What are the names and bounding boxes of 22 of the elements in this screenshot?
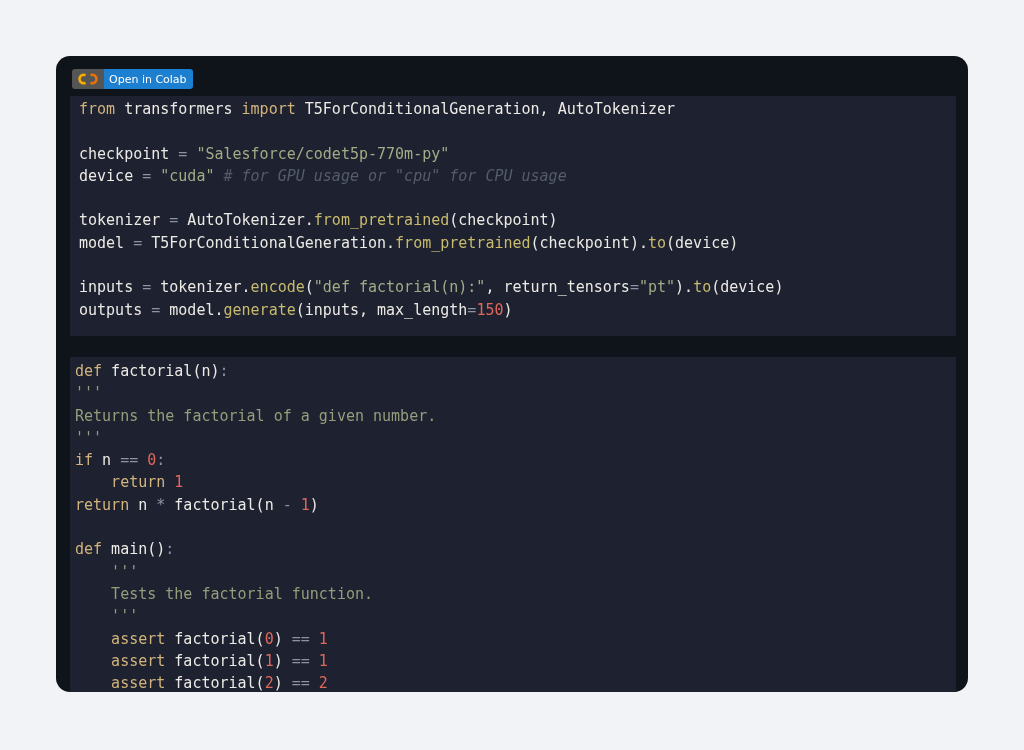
code-line: inputs = tokenizer.encode("def factorial(n):", return_tensors="pt").to(device) xyxy=(79,277,785,299)
code-line: assert factorial(0) == 1 xyxy=(110,628,329,650)
code-line: return 1 xyxy=(110,472,185,494)
code-line: ''' xyxy=(110,561,140,583)
code-line: ''' xyxy=(110,606,140,628)
code-line: assert factorial(2) == 2 xyxy=(110,673,329,692)
code-line: def main(): xyxy=(75,539,176,561)
colab-logo-icon xyxy=(77,72,99,86)
code-line: tokenizer = AutoTokenizer.from_pretrained(checkpoint) xyxy=(79,210,559,232)
code-line: return n * factorial(n - 1) xyxy=(75,494,320,516)
code-line: assert factorial(1) == 1 xyxy=(110,650,329,672)
code-line: if n == 0: xyxy=(75,450,167,472)
code-line: device = "cuda" # for GPU usage or "cpu" for CPU usage xyxy=(79,165,568,187)
code-line: ''' xyxy=(75,427,104,449)
code-line: def factorial(n): xyxy=(75,360,230,382)
code-line: Returns the factorial of a given number. xyxy=(75,405,438,427)
code-line: from transformers import T5ForConditionalGeneration, AutoTokenizer xyxy=(79,99,677,120)
code-line: model = T5ForConditionalGeneration.from_pretrained(checkpoint).to(device) xyxy=(79,232,740,254)
code-line: Tests the factorial function. xyxy=(110,583,374,605)
code-line: ''' xyxy=(75,383,104,405)
code-line: outputs = model.generate(inputs, max_length=150) xyxy=(79,299,514,321)
code-line: checkpoint = "Salesforce/codet5p-770m-py" xyxy=(79,143,451,165)
